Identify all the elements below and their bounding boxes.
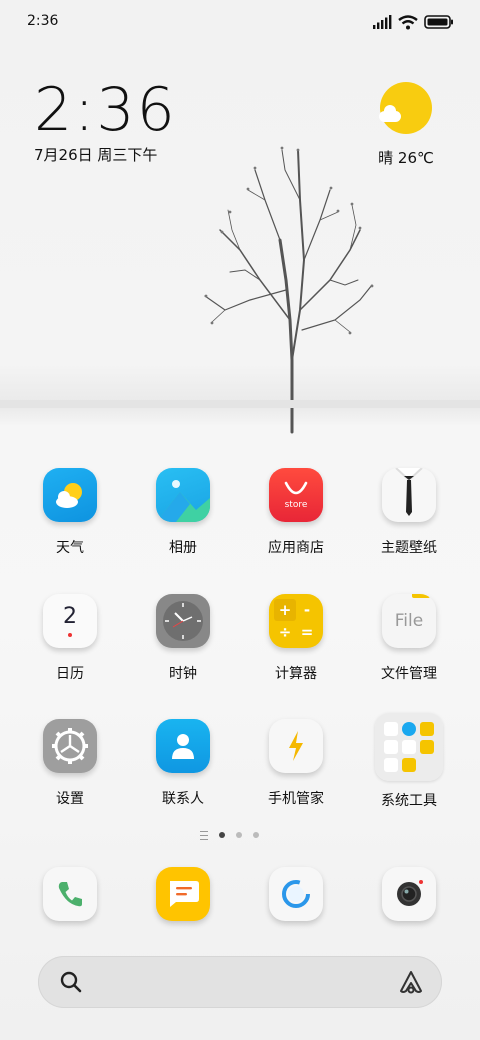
dock-phone[interactable]: [43, 867, 97, 921]
assistant-icon[interactable]: [398, 969, 424, 995]
system-tools-folder-icon: [375, 713, 443, 781]
app-contacts[interactable]: 联系人: [133, 719, 233, 808]
wifi-icon: [398, 14, 418, 29]
calc-divide: ÷: [278, 623, 292, 641]
partly-sunny-icon: [379, 82, 432, 134]
folder-system-tools[interactable]: 系统工具: [359, 713, 459, 810]
phone-manager-icon: [269, 719, 323, 773]
app-label: 时钟: [169, 666, 197, 682]
app-label: 相册: [169, 540, 197, 556]
app-settings[interactable]: 设置: [20, 719, 120, 808]
app-clock[interactable]: 时钟: [133, 594, 233, 683]
battery-icon: [424, 15, 453, 29]
app-label: 联系人: [162, 791, 204, 807]
clock-widget-date: 7月26日 周三下午: [34, 146, 158, 164]
status-bar: 2:36: [0, 0, 480, 44]
file-manager-icon: File: [382, 594, 436, 648]
calendar-icon-day: 2: [63, 604, 77, 629]
app-label: 主题壁纸: [381, 540, 437, 556]
app-themes[interactable]: 主题壁纸: [359, 468, 459, 557]
app-label: 设置: [56, 791, 84, 807]
app-weather[interactable]: 天气: [20, 468, 120, 557]
app-gallery[interactable]: 相册: [133, 468, 233, 557]
status-icons: [372, 12, 454, 32]
app-store-icon-text: store: [284, 499, 308, 510]
app-label: 应用商店: [268, 540, 324, 556]
page-indicator[interactable]: [200, 828, 259, 842]
camera-icon: [397, 880, 423, 906]
status-time: 2:36: [27, 13, 59, 29]
clock-widget-time: 2:36: [34, 75, 177, 145]
app-label: 日历: [56, 666, 84, 682]
browser-icon: [282, 880, 310, 908]
page-dot: [253, 832, 259, 838]
messages-icon: [170, 881, 199, 907]
app-label: 计算器: [275, 666, 317, 682]
app-label: 天气: [56, 540, 84, 556]
app-store[interactable]: store 应用商店: [246, 468, 346, 557]
phone-icon: [58, 882, 82, 907]
app-calendar[interactable]: 2 日历: [20, 594, 120, 683]
dock-messages[interactable]: [156, 867, 210, 921]
app-label: 系统工具: [381, 793, 437, 809]
weather-app-icon: [43, 468, 97, 522]
contacts-app-icon: [156, 719, 210, 773]
app-phone-manager[interactable]: 手机管家: [246, 719, 346, 808]
clock-widget[interactable]: 2:36 7月26日 周三下午: [34, 78, 177, 165]
settings-app-icon: [43, 719, 97, 773]
app-calculator[interactable]: + - ÷ = 计算器: [246, 594, 346, 683]
dock-camera[interactable]: [382, 867, 436, 921]
themes-app-icon: [382, 468, 436, 522]
gallery-app-icon: [156, 468, 210, 522]
search-bar[interactable]: [38, 956, 442, 1008]
clock-app-icon: [156, 594, 210, 648]
calendar-app-icon: 2: [43, 594, 97, 648]
page-dot-active: [219, 832, 225, 838]
calculator-app-icon: + - ÷ =: [269, 594, 323, 648]
signal-icon: [373, 15, 392, 29]
search-icon[interactable]: [60, 971, 82, 993]
page-dot: [236, 832, 242, 838]
calc-plus: +: [274, 599, 296, 621]
menu-lines-icon: [200, 830, 208, 840]
app-file-manager[interactable]: File 文件管理: [359, 594, 459, 683]
calc-minus: -: [303, 601, 311, 619]
app-store-icon: store: [269, 468, 323, 522]
weather-widget-text: 晴 26℃: [378, 149, 434, 167]
file-icon-text: File: [394, 611, 424, 631]
app-label: 手机管家: [268, 791, 324, 807]
app-label: 文件管理: [381, 666, 437, 682]
weather-widget[interactable]: 晴 26℃: [366, 82, 446, 168]
dock-browser[interactable]: [269, 867, 323, 921]
calc-equals: =: [300, 623, 314, 641]
